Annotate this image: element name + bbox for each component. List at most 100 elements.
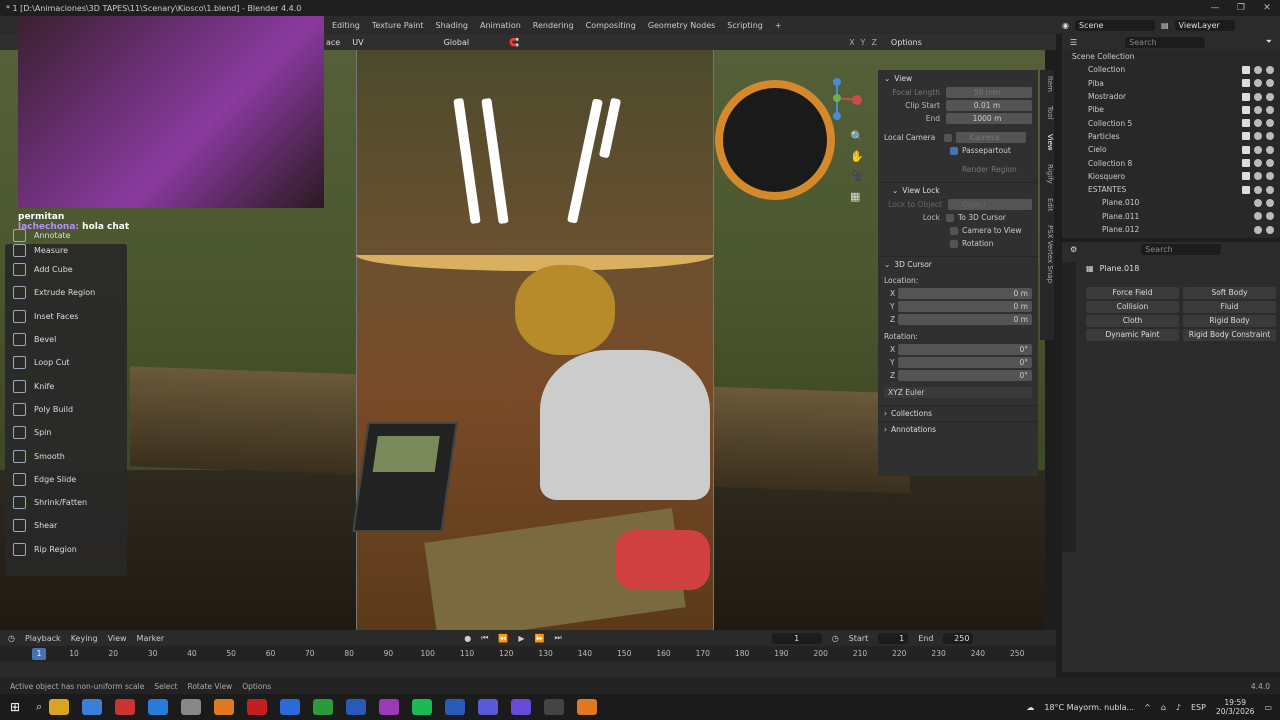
rigid-body-button[interactable]: Rigid Body [1183,315,1276,327]
speaker-icon[interactable]: ♪ [1176,703,1181,712]
outliner-item[interactable]: Mostrador [1062,90,1280,103]
filter-icon[interactable]: ⏷ [1266,37,1272,47]
pan-hand-icon[interactable]: ✋ [850,150,864,163]
language-indicator[interactable]: ESP [1191,703,1206,712]
camera-field[interactable]: Camera [956,132,1026,143]
camera-icon[interactable] [1266,172,1274,181]
tool-edge-slide[interactable]: Edge Slide [5,468,127,491]
end-frame-field[interactable]: 250 [943,632,974,644]
focal-length-field[interactable]: 50 mm [946,87,1032,98]
outliner-item[interactable]: Pibe [1062,103,1280,116]
lock-rotation-checkbox[interactable] [950,239,958,248]
tool-annotate[interactable]: Annotate [5,228,127,242]
tool-add-cube[interactable]: Add Cube [5,258,127,281]
outliner-item[interactable]: Collection 5 [1062,116,1280,129]
cursor-ry-field[interactable]: 0° [897,357,1032,368]
properties-tabs[interactable] [1062,262,1076,552]
tab-geometry-nodes[interactable]: Geometry Nodes [642,21,721,30]
eye-icon[interactable] [1254,185,1262,194]
keying-menu[interactable]: Keying [71,634,98,643]
checkbox-icon[interactable] [1242,119,1250,128]
outliner-root[interactable]: Scene Collection [1062,50,1280,63]
tool-extrude-region[interactable]: Extrude Region [5,281,127,304]
pycharm-icon[interactable] [312,699,333,715]
record-icon[interactable]: ● [464,634,471,643]
tool-smooth[interactable]: Smooth [5,444,127,467]
eye-icon[interactable] [1254,198,1262,207]
camera-icon[interactable] [1266,145,1274,154]
outliner-item[interactable]: Plane.010 [1062,196,1280,209]
section-collections[interactable]: › Collections [878,405,1038,421]
word-icon[interactable] [444,699,465,715]
properties-type-icon[interactable]: ⚙ [1070,245,1077,254]
rigid-body-constraint-button[interactable]: Rigid Body Constraint [1183,329,1276,341]
camera-icon[interactable] [1266,198,1274,207]
cursor-rz-field[interactable]: 0° [897,370,1032,381]
eye-icon[interactable] [1254,159,1262,168]
clock[interactable]: 19:59 20/3/2026 [1216,698,1254,716]
checkbox-icon[interactable] [1242,92,1250,101]
checkbox-icon[interactable] [1242,132,1250,141]
camera-icon[interactable] [1266,185,1274,194]
playback-menu[interactable]: Playback [25,634,61,643]
outliner-item[interactable]: Collection 8 [1062,156,1280,169]
photoshop-icon[interactable] [279,699,300,715]
app-icon[interactable] [510,699,531,715]
blender-icon[interactable] [576,699,597,715]
view-layer-selector[interactable]: ViewLayer [1174,19,1235,31]
outliner-item[interactable]: Collection [1062,63,1280,76]
outliner-search-input[interactable]: Search [1125,36,1206,48]
uv-menu[interactable]: UV [352,38,363,47]
tool-loop-cut[interactable]: Loop Cut [5,351,127,374]
tab-shading[interactable]: Shading [430,21,475,30]
eye-icon[interactable] [1254,132,1262,141]
dynamic-paint-button[interactable]: Dynamic Paint [1086,329,1179,341]
blender-icon[interactable] [213,699,234,715]
close-button[interactable]: ✕ [1254,0,1280,16]
notification-icon[interactable]: ▭ [1264,703,1272,712]
file-explorer-icon[interactable] [48,699,69,715]
eye-icon[interactable] [1254,225,1262,234]
vscode-icon[interactable] [345,699,366,715]
tool-measure[interactable]: Measure [5,242,127,258]
checkbox-icon[interactable] [1242,159,1250,168]
eye-icon[interactable] [1254,65,1262,74]
local-camera-checkbox[interactable] [944,133,952,142]
rotation-mode-select[interactable]: XYZ Euler [884,387,1032,398]
start-frame-field[interactable]: 1 [878,632,909,644]
tab-tool[interactable]: Tool [1040,106,1054,120]
tab-edit[interactable]: Edit [1040,198,1054,212]
outliner-type-icon[interactable]: ☰ [1070,38,1077,47]
tool-inset-faces[interactable]: Inset Faces [5,305,127,328]
cursor-z-field[interactable]: 0 m [897,314,1032,325]
search-icon[interactable]: ⌕ [36,700,42,714]
marker-menu[interactable]: Marker [137,634,165,643]
tool-knife[interactable]: Knife [5,374,127,397]
axis-y[interactable]: Y [861,38,866,47]
tab-rendering[interactable]: Rendering [527,21,580,30]
netflix-icon[interactable] [246,699,267,715]
chrome-icon[interactable] [81,699,102,715]
section-view-lock[interactable]: ⌄ View Lock [878,182,1038,198]
section-view[interactable]: ⌄ View [878,70,1038,86]
outliner-item[interactable]: Piba [1062,77,1280,90]
jump-start-icon[interactable]: ⏮ [481,633,488,643]
tab-texture-paint[interactable]: Texture Paint [366,21,430,30]
tab-editing[interactable]: Editing [326,21,366,30]
eye-icon[interactable] [1254,119,1262,128]
eye-icon[interactable] [1254,79,1262,88]
checkbox-icon[interactable] [1242,79,1250,88]
tool-poly-build[interactable]: Poly Build [5,398,127,421]
eye-icon[interactable] [1254,105,1262,114]
windows-start-icon[interactable]: ⊞ [10,700,20,714]
editor-type-icon[interactable]: ◷ [8,634,15,643]
tab-compositing[interactable]: Compositing [580,21,642,30]
axis-x[interactable]: X [849,38,854,47]
clip-end-field[interactable]: 1000 m [946,113,1032,124]
view-menu[interactable]: View [108,634,127,643]
render-region-checkbox[interactable] [950,166,958,174]
edge-icon[interactable] [147,699,168,715]
checkbox-icon[interactable] [1242,185,1250,194]
fluid-button[interactable]: Fluid [1183,301,1276,313]
obs-icon[interactable] [543,699,564,715]
